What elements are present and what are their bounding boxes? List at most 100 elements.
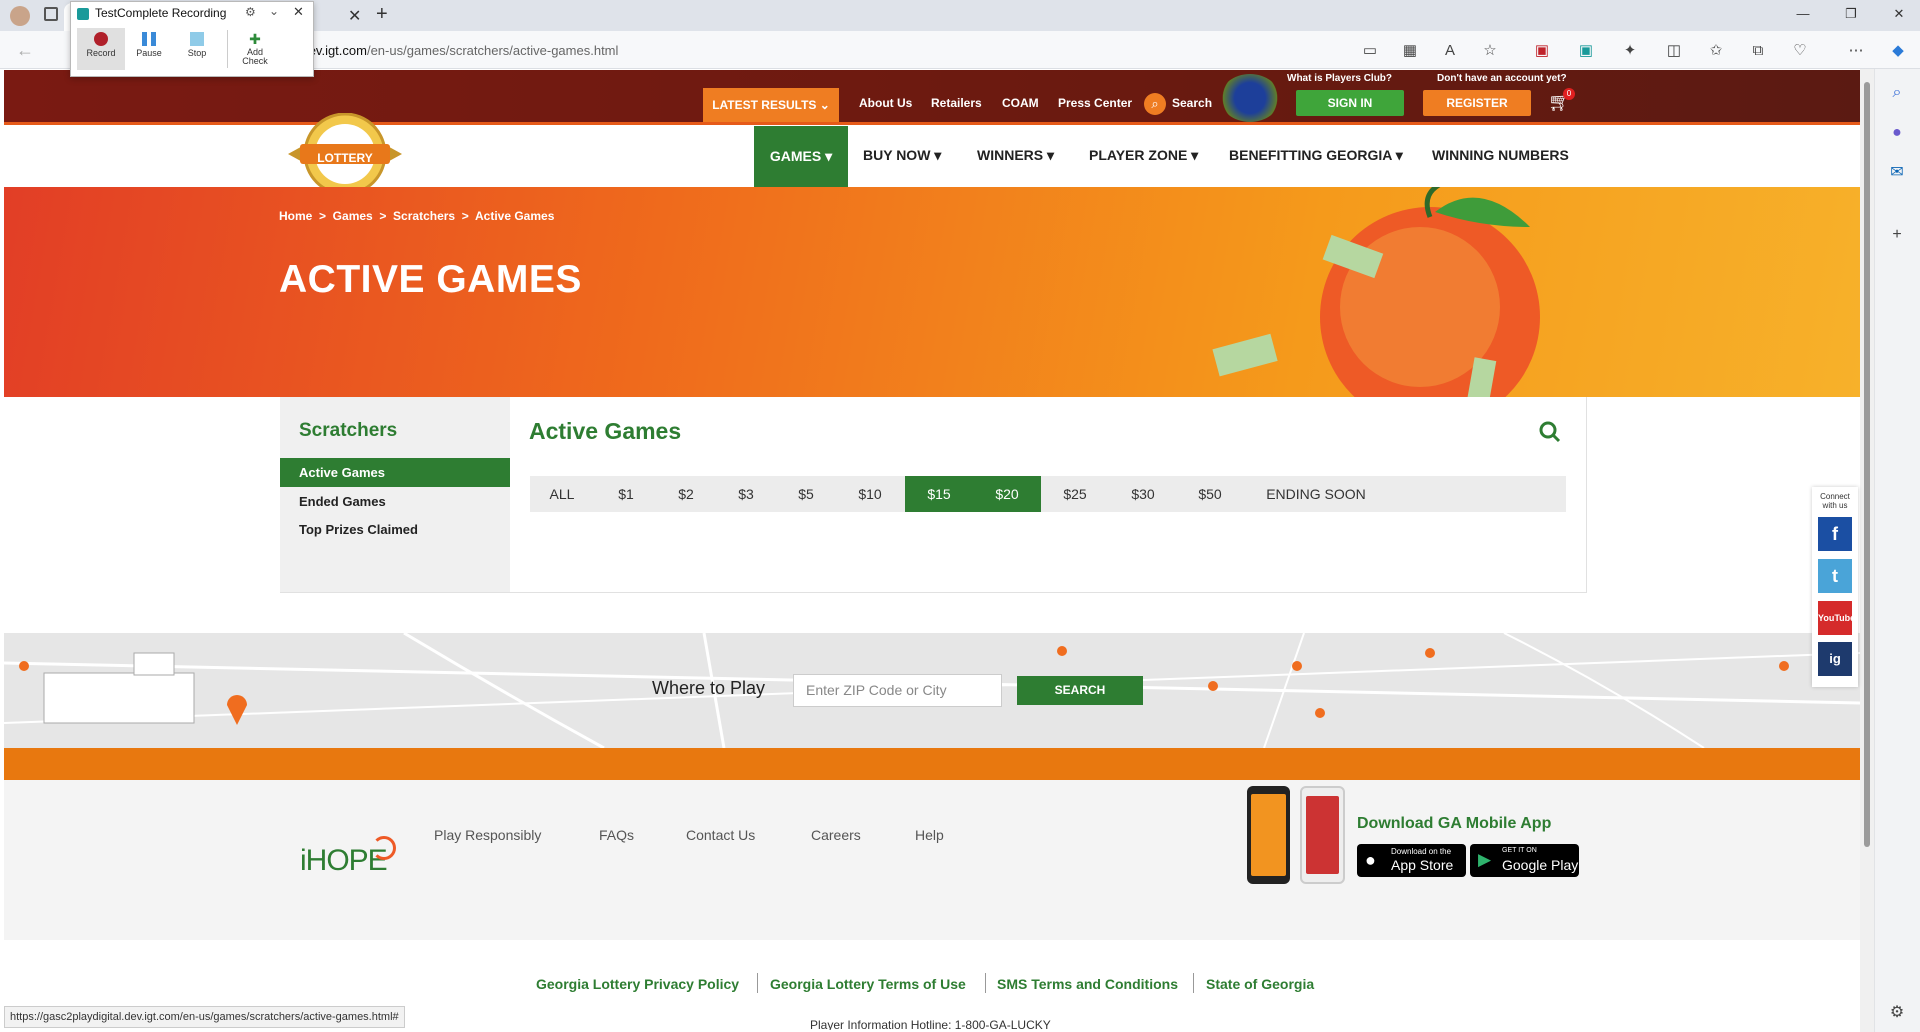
profile-avatar[interactable] (10, 6, 30, 26)
tab-close-icon[interactable]: ✕ (348, 6, 361, 26)
twitter-icon[interactable]: t (1818, 559, 1852, 593)
nav-games[interactable]: GAMES ▾ (754, 126, 848, 187)
extension-testcomplete-icon[interactable]: ▣ (1576, 41, 1596, 61)
google-play-small: GET IT ON (1502, 847, 1537, 854)
pause-button[interactable]: Pause (125, 28, 173, 70)
faqs-link[interactable]: FAQs (599, 827, 634, 843)
sign-in-button[interactable]: SIGN IN (1296, 90, 1404, 116)
extension-red-icon[interactable]: ▣ (1532, 41, 1552, 61)
about-us-link[interactable]: About Us (859, 96, 912, 110)
add-check-button[interactable]: ✚ Add Check (231, 28, 279, 70)
filter-20[interactable]: $20 (973, 476, 1041, 512)
ihope-peach-icon (372, 836, 396, 860)
favorite-star-icon[interactable]: ☆ (1480, 41, 1500, 61)
filter-50[interactable]: $50 (1190, 476, 1230, 512)
recorder-collapse-icon[interactable]: ⌄ (269, 4, 279, 18)
privacy-policy-link[interactable]: Georgia Lottery Privacy Policy (536, 976, 739, 992)
retailers-link[interactable]: Retailers (931, 96, 982, 110)
sidebar-item-ended-games[interactable]: Ended Games (299, 494, 386, 509)
latest-results-button[interactable]: LATEST RESULTS ⌄ (703, 88, 839, 122)
collections-icon[interactable]: ⧉ (1748, 41, 1768, 61)
zip-code-input[interactable]: Enter ZIP Code or City (793, 674, 1002, 707)
stop-button[interactable]: Stop (173, 28, 221, 70)
read-aloud-icon[interactable]: A (1440, 41, 1460, 61)
recorder-divider (227, 30, 228, 68)
state-of-georgia-link[interactable]: State of Georgia (1206, 976, 1314, 992)
sidebar-settings-icon[interactable]: ⚙ (1884, 1000, 1910, 1026)
filter-10[interactable]: $10 (850, 476, 890, 512)
nav-player-zone[interactable]: PLAYER ZONE ▾ (1089, 147, 1198, 164)
nav-benefitting-georgia[interactable]: BENEFITTING GEORGIA ▾ (1229, 147, 1403, 164)
sidebar-search-icon[interactable]: ⌕ (1884, 80, 1910, 106)
testcomplete-icon (77, 8, 89, 20)
filter-15[interactable]: $15 (905, 476, 973, 512)
coam-link[interactable]: COAM (1002, 96, 1039, 110)
games-search-icon[interactable] (1539, 421, 1561, 443)
browser-essentials-icon[interactable]: ♡ (1790, 41, 1810, 61)
filter-1[interactable]: $1 (606, 476, 646, 512)
instagram-icon[interactable]: ig (1818, 642, 1852, 676)
more-menu-icon[interactable]: ⋯ (1846, 41, 1866, 61)
facebook-icon[interactable]: f (1818, 517, 1852, 551)
filter-ending-soon[interactable]: ENDING SOON (1262, 476, 1370, 512)
new-tab-icon[interactable]: + (376, 3, 388, 26)
search-link[interactable]: Search (1172, 96, 1212, 110)
filter-25[interactable]: $25 (1055, 476, 1095, 512)
recording-panel: TestComplete Recording ⚙ ⌄ ✕ Record Paus… (70, 1, 314, 77)
press-center-link[interactable]: Press Center (1058, 96, 1132, 110)
register-button[interactable]: REGISTER (1423, 90, 1531, 116)
phone-image-2 (1300, 786, 1345, 884)
players-club-logo[interactable] (1220, 74, 1280, 122)
sidebar-outlook-icon[interactable]: ✉ (1884, 160, 1910, 186)
players-club-question[interactable]: What is Players Club? (1287, 73, 1392, 84)
sidebar-item-top-prizes-claimed[interactable]: Top Prizes Claimed (299, 522, 418, 537)
nav-buy-now[interactable]: BUY NOW ▾ (863, 147, 941, 164)
where-to-play-search-button[interactable]: SEARCH (1017, 676, 1143, 705)
filter-2[interactable]: $2 (666, 476, 706, 512)
sidebar-copilot-icon[interactable]: ● (1884, 120, 1910, 146)
back-icon[interactable]: ← (16, 40, 34, 61)
sidebar-add-icon[interactable]: + (1884, 222, 1910, 248)
breadcrumb[interactable]: Home > Games > Scratchers > Active Games (279, 209, 554, 223)
google-play-icon: ▶ (1478, 850, 1492, 869)
close-window-icon[interactable]: ✕ (1884, 6, 1914, 26)
search-icon[interactable]: ⌕ (1144, 93, 1166, 115)
favorites-icon[interactable]: ✩ (1706, 41, 1726, 61)
record-icon (94, 32, 108, 46)
pause-icon (142, 32, 156, 46)
help-link[interactable]: Help (915, 827, 944, 843)
page-scrollbar-thumb[interactable] (1864, 82, 1870, 847)
app-available-icon[interactable]: ▭ (1360, 41, 1380, 61)
recorder-settings-icon[interactable]: ⚙ (245, 5, 256, 19)
extensions-icon[interactable]: ✦ (1620, 41, 1640, 61)
terms-of-use-link[interactable]: Georgia Lottery Terms of Use (770, 976, 966, 992)
copilot-icon[interactable]: ◆ (1888, 41, 1908, 61)
google-play-label: Google Play (1502, 857, 1579, 873)
split-screen-icon[interactable]: ◫ (1664, 41, 1684, 61)
nav-winning-numbers[interactable]: WINNING NUMBERS (1432, 147, 1569, 163)
careers-link[interactable]: Careers (811, 827, 861, 843)
recording-title: TestComplete Recording (95, 6, 227, 20)
filter-3[interactable]: $3 (726, 476, 766, 512)
filter-all[interactable]: ALL (540, 476, 584, 512)
play-responsibly-link[interactable]: Play Responsibly (434, 827, 541, 843)
minimize-icon[interactable]: — (1788, 6, 1818, 26)
restore-icon[interactable]: ❐ (1836, 6, 1866, 26)
apple-icon: ● (1365, 850, 1376, 870)
sms-terms-link[interactable]: SMS Terms and Conditions (997, 976, 1178, 992)
contact-us-link[interactable]: Contact Us (686, 827, 755, 843)
filter-30[interactable]: $30 (1123, 476, 1163, 512)
tab-actions-icon[interactable] (44, 7, 58, 21)
youtube-icon[interactable]: YouTube (1818, 601, 1855, 635)
qr-icon[interactable]: ▦ (1400, 41, 1420, 61)
nav-winners[interactable]: WINNERS ▾ (977, 147, 1054, 164)
social-label: Connect with us (1820, 492, 1850, 510)
filter-5[interactable]: $5 (786, 476, 826, 512)
google-play-button[interactable]: ▶ GET IT ON Google Play (1470, 844, 1579, 877)
legal-separator (1193, 973, 1194, 993)
sidebar-item-active-games[interactable]: Active Games (299, 465, 385, 480)
recorder-close-icon[interactable]: ✕ (293, 4, 304, 20)
record-button[interactable]: Record (77, 28, 125, 70)
app-store-button[interactable]: ● Download on the App Store (1357, 844, 1466, 877)
hotline-text: Player Information Hotline: 1-800-GA-LUC… (810, 1018, 1051, 1030)
